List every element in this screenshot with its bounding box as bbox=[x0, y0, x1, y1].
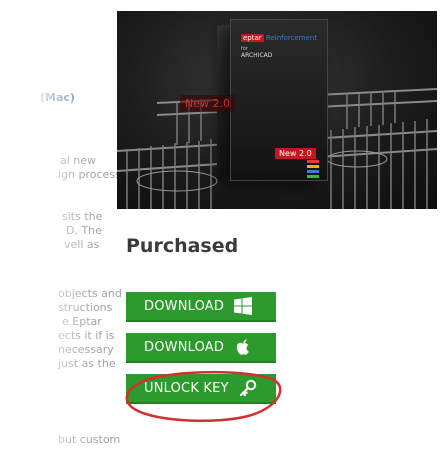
purchased-heading: Purchased bbox=[126, 235, 239, 257]
description-line: objects and bbox=[58, 287, 122, 300]
description-line: necessary bbox=[58, 343, 114, 356]
version-badge: New 2.0 bbox=[275, 148, 316, 159]
software-box: eptar Reinforcement for ARCHICAD New 2.0 bbox=[230, 19, 328, 181]
description-line: e Eptar bbox=[62, 315, 102, 328]
description-column: (Mac) al new ign process is sits the D. … bbox=[0, 0, 133, 459]
key-icon bbox=[239, 379, 257, 397]
description-line: structions bbox=[58, 301, 113, 314]
download-windows-button[interactable]: DOWNLOAD bbox=[126, 292, 276, 322]
button-label: DOWNLOAD bbox=[144, 339, 225, 355]
description-line: ects it if is bbox=[58, 329, 115, 342]
floating-version-badge: New 2.0 bbox=[180, 95, 235, 112]
download-mac-button[interactable]: DOWNLOAD bbox=[126, 333, 276, 363]
product-image: eptar Reinforcement for ARCHICAD New 2.0… bbox=[117, 11, 437, 209]
color-swatches bbox=[307, 160, 319, 180]
box-title: eptar Reinforcement bbox=[241, 34, 317, 42]
product-name: Reinforcement bbox=[265, 34, 318, 42]
unlock-key-button[interactable]: UNLOCK KEY bbox=[126, 374, 276, 404]
apple-icon bbox=[234, 338, 252, 356]
description-line: just as the bbox=[58, 357, 116, 370]
button-label: UNLOCK KEY bbox=[144, 380, 229, 396]
description-line: but custom bbox=[58, 433, 121, 446]
description-line: vell as bbox=[64, 238, 100, 251]
platform-text: (Mac) bbox=[40, 91, 75, 104]
brand-label: eptar bbox=[241, 34, 264, 42]
button-label: DOWNLOAD bbox=[144, 298, 225, 314]
description-line: D. The bbox=[66, 224, 102, 237]
box-platform-text: ARCHICAD bbox=[241, 52, 273, 59]
windows-icon bbox=[234, 297, 253, 315]
description-line: sits the bbox=[62, 210, 103, 223]
description-line: al new bbox=[60, 154, 97, 167]
